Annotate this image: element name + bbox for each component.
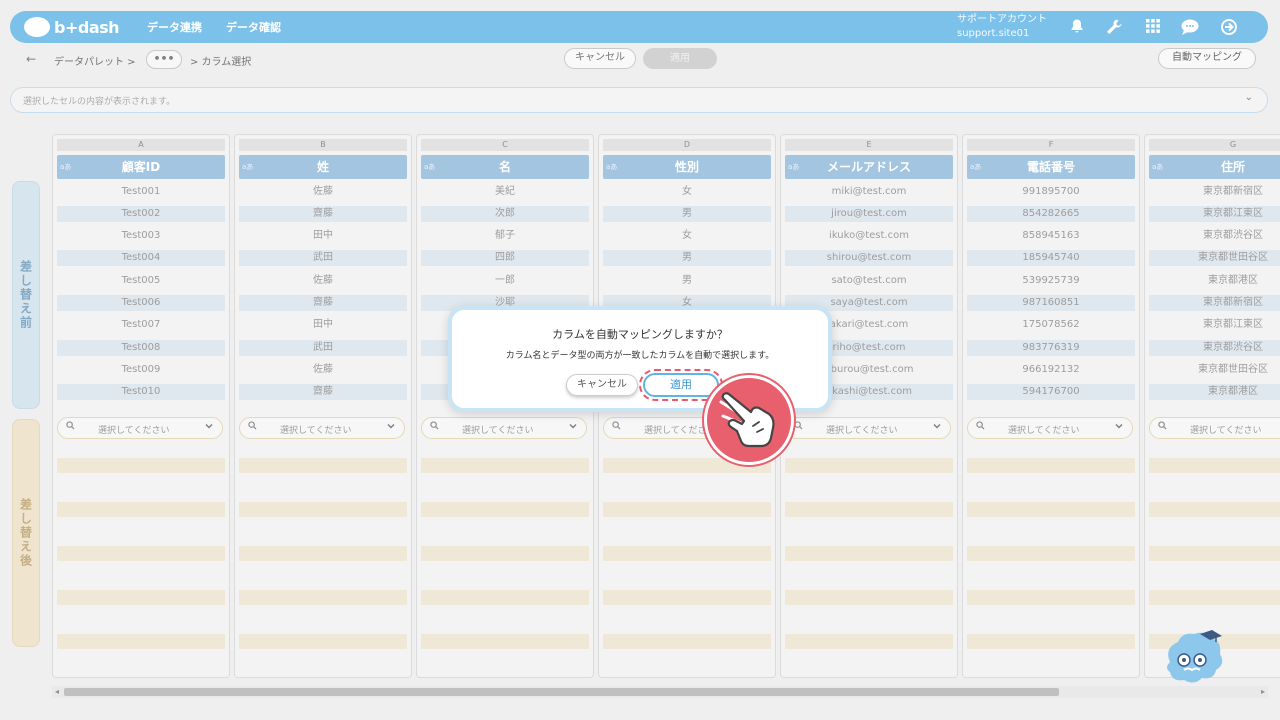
dialog-cancel-button[interactable]: キャンセル xyxy=(566,374,638,396)
dialog-message: カラム名とデータ型の両方が一致したカラムを自動で選択します。 xyxy=(505,351,775,361)
dialog-title: カラムを自動マッピングしますか？ xyxy=(552,328,728,341)
mascot-icon[interactable] xyxy=(1160,628,1226,688)
hand-pointer-icon xyxy=(704,375,794,465)
